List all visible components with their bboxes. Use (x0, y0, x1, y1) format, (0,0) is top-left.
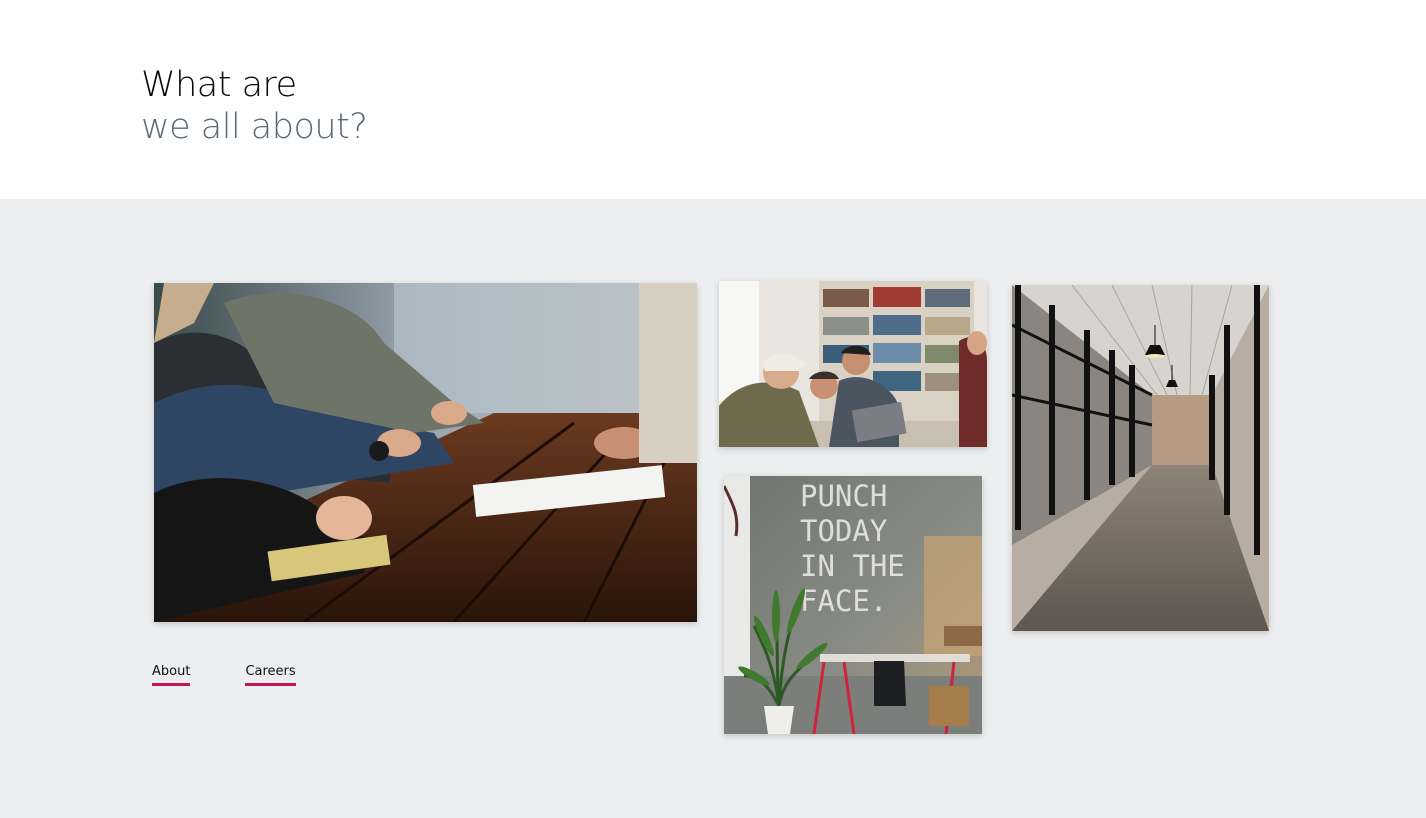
gallery-section: PUNCH TODAY IN THE FACE. About Careers (0, 199, 1426, 818)
page-title: What are we all about? (141, 64, 368, 148)
punch-today-photo: PUNCH TODAY IN THE FACE. (724, 476, 982, 734)
hero-section: What are we all about? (0, 0, 1426, 199)
wall-text-line2: TODAY (800, 514, 887, 548)
footer-links: About Careers (152, 664, 296, 686)
library-team-photo (719, 281, 987, 447)
about-link[interactable]: About (152, 664, 191, 686)
wall-text-line4: FACE. (800, 584, 887, 618)
careers-link[interactable]: Careers (245, 664, 296, 686)
meeting-table-photo (154, 283, 697, 622)
office-hallway-photo (1012, 285, 1269, 631)
page-title-line2: we all about? (141, 107, 368, 147)
wall-text-line1: PUNCH (800, 479, 887, 513)
wall-text-line3: IN THE (800, 549, 905, 583)
page-title-line1: What are (141, 65, 297, 105)
